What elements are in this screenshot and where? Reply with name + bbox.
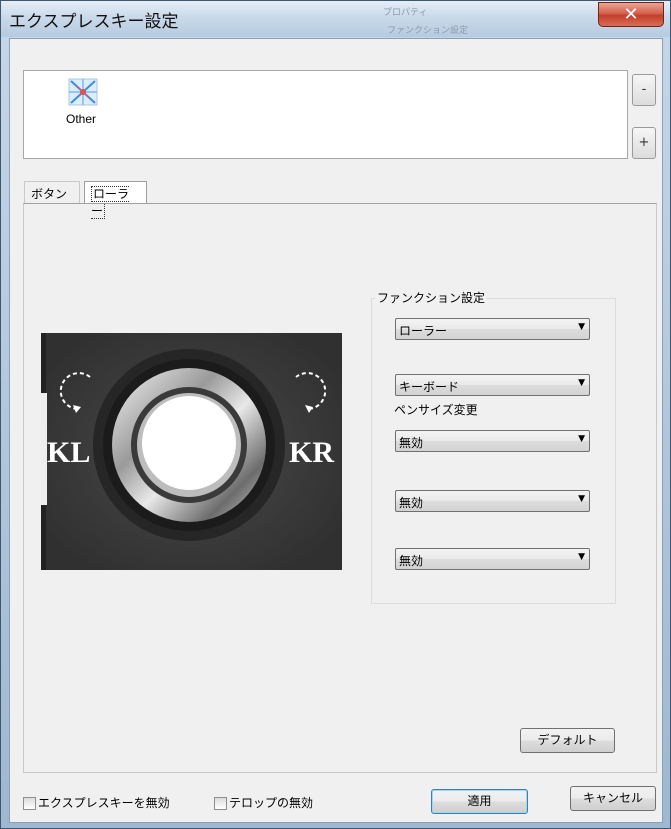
- apply-button[interactable]: 適用: [431, 789, 528, 814]
- left-key-label: KL: [47, 436, 90, 469]
- dropdown-arrow-icon: ▼: [578, 322, 585, 332]
- checkbox-box[interactable]: [214, 797, 227, 810]
- dropdown-arrow-icon: ▼: [578, 494, 585, 504]
- expresskey-settings-window: エクスプレスキー設定 プロパティ ファンクション設定 ✕ Other - + ボ…: [0, 0, 671, 829]
- checkbox-box[interactable]: [23, 797, 36, 810]
- roller-function-select[interactable]: ローラー ▼: [395, 318, 590, 340]
- other-apps-icon[interactable]: [68, 77, 98, 107]
- tab-buttons[interactable]: ボタン: [24, 181, 80, 203]
- function-slot-1-value: 無効: [399, 436, 424, 450]
- disable-telop-label: テロップの無効: [229, 796, 314, 810]
- background-window-text: プロパティ: [383, 8, 428, 18]
- close-button[interactable]: ✕: [598, 2, 664, 27]
- dropdown-arrow-icon: ▼: [578, 552, 585, 562]
- application-list[interactable]: Other: [23, 70, 628, 159]
- default-button[interactable]: デフォルト: [520, 728, 615, 753]
- dropdown-arrow-icon: ▼: [578, 378, 585, 388]
- function-slot-2-select[interactable]: 無効 ▼: [395, 490, 590, 512]
- dialog-client-area: Other - + ボタン ローラー KL KR ファンクション設定 ローラー …: [9, 38, 663, 823]
- keyboard-function-select[interactable]: キーボード ▼: [395, 374, 590, 396]
- application-label[interactable]: Other: [66, 112, 96, 126]
- right-key-label: KR: [289, 436, 334, 469]
- window-title: エクスプレスキー設定: [9, 12, 179, 32]
- background-window-text: ファンクション設定: [387, 26, 469, 36]
- disable-telop-checkbox[interactable]: テロップの無効: [214, 794, 313, 811]
- add-application-button[interactable]: +: [632, 127, 656, 159]
- disable-expresskeys-checkbox[interactable]: エクスプレスキーを無効: [23, 794, 170, 811]
- touch-ring-image: KL KR: [41, 333, 342, 570]
- disable-expresskeys-label: エクスプレスキーを無効: [38, 796, 170, 810]
- function-slot-2-value: 無効: [399, 496, 424, 510]
- dropdown-arrow-icon: ▼: [578, 434, 585, 444]
- cancel-button[interactable]: キャンセル: [570, 786, 656, 811]
- roller-function-value: ローラー: [399, 324, 448, 338]
- function-slot-1-select[interactable]: 無効 ▼: [395, 430, 590, 452]
- keyboard-function-sublabel: ペンサイズ変更: [394, 403, 478, 417]
- remove-application-button[interactable]: -: [632, 74, 656, 106]
- function-settings-label: ファンクション設定: [375, 289, 488, 306]
- tab-roller[interactable]: ローラー: [84, 181, 147, 219]
- keyboard-function-value: キーボード: [399, 380, 460, 394]
- function-slot-3-value: 無効: [399, 554, 424, 568]
- title-bar[interactable]: エクスプレスキー設定 プロパティ ファンクション設定 ✕: [1, 1, 670, 37]
- function-slot-3-select[interactable]: 無効 ▼: [395, 548, 590, 570]
- close-icon: ✕: [623, 4, 639, 25]
